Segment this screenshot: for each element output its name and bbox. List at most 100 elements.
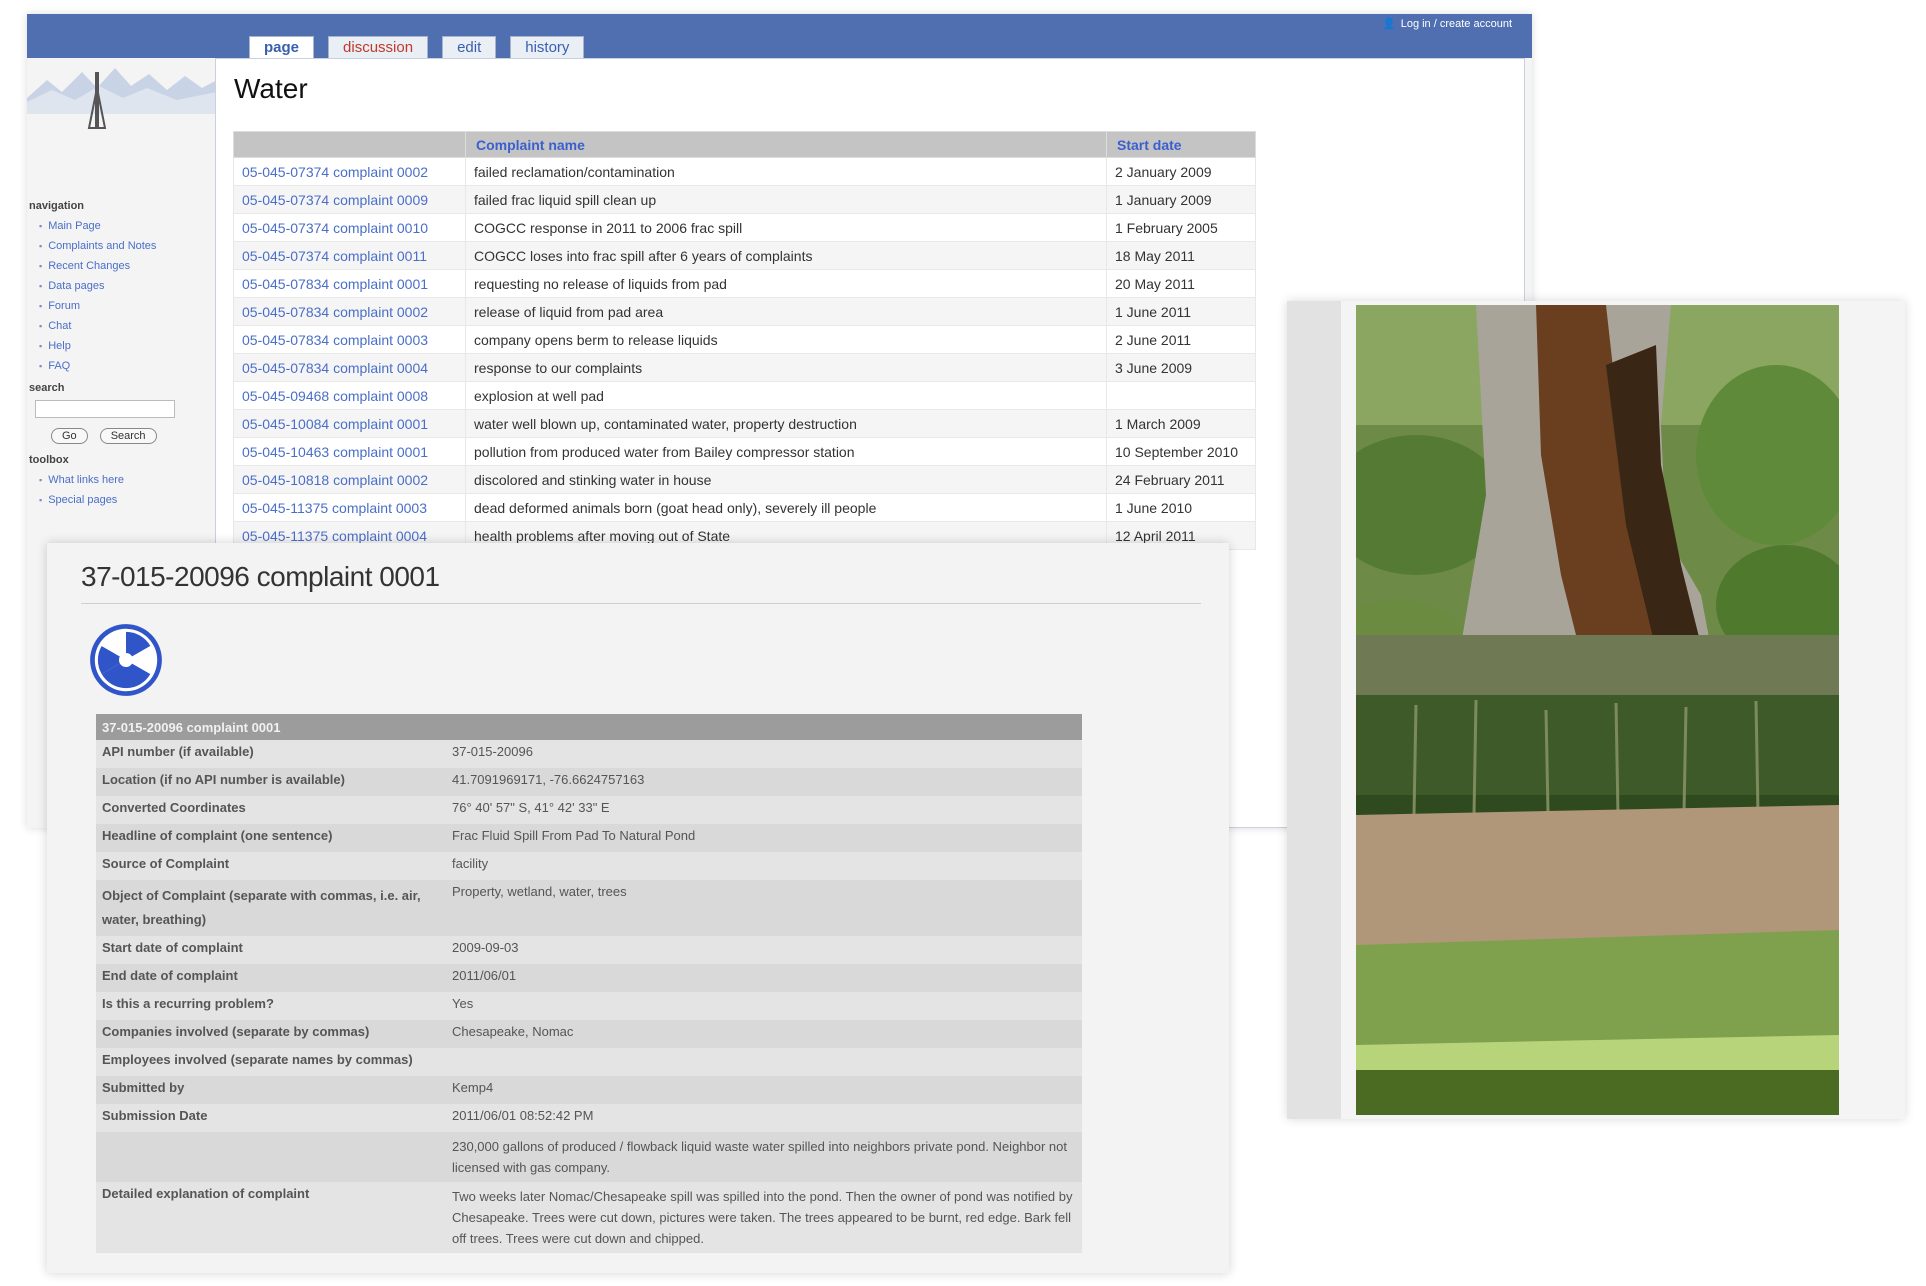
info-key: Source of Complaint bbox=[96, 852, 446, 880]
table-row: 05-045-07374 complaint 0009 failed frac l… bbox=[233, 185, 1256, 214]
info-row: End date of complaint 2011/06/01 bbox=[96, 964, 1082, 992]
info-key: Detailed explanation of complaint bbox=[96, 1182, 446, 1253]
table-header-complaint-name[interactable]: Complaint name bbox=[465, 131, 1107, 158]
info-key: Location (if no API number is available) bbox=[96, 768, 446, 796]
table-header-start-date[interactable]: Start date bbox=[1106, 131, 1256, 158]
table-row: 05-045-07834 complaint 0004 response to o… bbox=[233, 353, 1256, 382]
info-row: Submission Date 2011/06/01 08:52:42 PM bbox=[96, 1104, 1082, 1132]
spill-pond-photo bbox=[1356, 695, 1839, 1115]
source-value: facility bbox=[446, 852, 1082, 880]
user-tools[interactable]: 👤 Log in / create account bbox=[1382, 17, 1512, 31]
info-key: Submitted by bbox=[96, 1076, 446, 1104]
complaint-link[interactable]: 05-045-09468 complaint 0008 bbox=[233, 381, 466, 410]
sidebar-item-help[interactable]: Help bbox=[39, 336, 217, 356]
complaint-link[interactable]: 05-045-07374 complaint 0010 bbox=[233, 213, 466, 242]
info-row: API number (if available) 37-015-20096 bbox=[96, 740, 1082, 768]
complaint-link[interactable]: 05-045-10463 complaint 0001 bbox=[233, 437, 466, 466]
location-link[interactable]: 41.7091969171, -76.6624757163 bbox=[446, 768, 1082, 796]
table-row: 05-045-07834 complaint 0003 company opens… bbox=[233, 325, 1256, 354]
start-date: 1 March 2009 bbox=[1106, 409, 1256, 438]
complaint-link[interactable]: 05-045-07834 complaint 0004 bbox=[233, 353, 466, 382]
start-date: 10 September 2010 bbox=[1106, 437, 1256, 466]
wiki-sidebar: navigation Main Page Complaints and Note… bbox=[27, 194, 217, 510]
start-date: 1 June 2010 bbox=[1106, 493, 1256, 522]
sidebar-item-recent-changes[interactable]: Recent Changes bbox=[39, 256, 217, 276]
info-row: Location (if no API number is available)… bbox=[96, 768, 1082, 796]
table-row: 05-045-10818 complaint 0002 discolored an… bbox=[233, 465, 1256, 494]
sidebar-item-data-pages[interactable]: Data pages bbox=[39, 276, 217, 296]
complaint-name: requesting no release of liquids from pa… bbox=[465, 269, 1107, 298]
complaint-name: dead deformed animals born (goat head on… bbox=[465, 493, 1107, 522]
api-number-link[interactable]: 37-015-20096 bbox=[446, 740, 1082, 768]
sidebar-item-complaints[interactable]: Complaints and Notes bbox=[39, 236, 217, 256]
sidebar-item-faq[interactable]: FAQ bbox=[39, 356, 217, 376]
login-link[interactable]: Log in / create account bbox=[1401, 18, 1512, 30]
fallout-shelter-icon bbox=[90, 624, 162, 696]
wiki-logo[interactable] bbox=[27, 58, 217, 144]
complaint-name: explosion at well pad bbox=[465, 381, 1107, 410]
start-date-value: 2009-09-03 bbox=[446, 936, 1082, 964]
explanation-part-2: Two weeks later Nomac/Chesapeake spill w… bbox=[446, 1182, 1082, 1253]
info-row: Is this a recurring problem? Yes bbox=[96, 992, 1082, 1020]
complaint-name: failed frac liquid spill clean up bbox=[465, 185, 1107, 214]
complaints-table: Complaint name Start date 05-045-07374 c… bbox=[233, 131, 1256, 550]
info-key: Companies involved (separate by commas) bbox=[96, 1020, 446, 1048]
info-key: Is this a recurring problem? bbox=[96, 992, 446, 1020]
user-icon: 👤 bbox=[1382, 18, 1396, 30]
end-date-value: 2011/06/01 bbox=[446, 964, 1082, 992]
table-row: 05-045-07374 complaint 0011 COGCC loses i… bbox=[233, 241, 1256, 270]
table-row: 05-045-10084 complaint 0001 water well bl… bbox=[233, 409, 1256, 438]
sidebar-item-forum[interactable]: Forum bbox=[39, 296, 217, 316]
complaint-link[interactable]: 05-045-10084 complaint 0001 bbox=[233, 409, 466, 438]
complaint-info-table: 37-015-20096 complaint 0001 API number (… bbox=[96, 714, 1082, 1253]
sidebar-item-chat[interactable]: Chat bbox=[39, 316, 217, 336]
table-row: 05-045-09468 complaint 0008 explosion at … bbox=[233, 381, 1256, 410]
complaint-name: discolored and stinking water in house bbox=[465, 465, 1107, 494]
tab-history[interactable]: history bbox=[510, 36, 585, 58]
info-row: Companies involved (separate by commas) C… bbox=[96, 1020, 1082, 1048]
info-key: Object of Complaint (separate with comma… bbox=[96, 880, 446, 936]
info-key bbox=[96, 1132, 446, 1182]
sidebar-item-what-links-here[interactable]: What links here bbox=[39, 470, 217, 490]
explanation-part-1: 230,000 gallons of produced / flowback l… bbox=[446, 1132, 1082, 1182]
tab-edit[interactable]: edit bbox=[442, 36, 497, 58]
start-date bbox=[1106, 381, 1256, 410]
table-row: 05-045-07374 complaint 0002 failed reclam… bbox=[233, 157, 1256, 186]
start-date: 3 June 2009 bbox=[1106, 353, 1256, 382]
search-button[interactable]: Search bbox=[99, 428, 157, 444]
info-row: Headline of complaint (one sentence) Frac… bbox=[96, 824, 1082, 852]
complaint-link[interactable]: 05-045-07374 complaint 0009 bbox=[233, 185, 466, 214]
table-header-sort[interactable] bbox=[233, 131, 466, 158]
complaint-link[interactable]: 05-045-07834 complaint 0001 bbox=[233, 269, 466, 298]
photo-panel bbox=[1287, 301, 1905, 1119]
complaint-link[interactable]: 05-045-07374 complaint 0011 bbox=[233, 241, 466, 270]
start-date: 24 February 2011 bbox=[1106, 465, 1256, 494]
info-key: Headline of complaint (one sentence) bbox=[96, 824, 446, 852]
info-key: End date of complaint bbox=[96, 964, 446, 992]
complaint-name: pollution from produced water from Baile… bbox=[465, 437, 1107, 466]
go-button[interactable]: Go bbox=[51, 428, 88, 444]
complaint-detail-window: 37-015-20096 complaint 0001 37-015-20096… bbox=[47, 543, 1229, 1273]
sidebar-item-main-page[interactable]: Main Page bbox=[39, 216, 217, 236]
companies-link[interactable]: Chesapeake, Nomac bbox=[446, 1020, 1082, 1048]
submitted-by-value: Kemp4 bbox=[446, 1076, 1082, 1104]
complaint-link[interactable]: 05-045-10818 complaint 0002 bbox=[233, 465, 466, 494]
title-divider bbox=[81, 603, 1201, 604]
complaint-link[interactable]: 05-045-11375 complaint 0003 bbox=[233, 493, 466, 522]
object-link[interactable]: Property, wetland, water, trees bbox=[446, 880, 1082, 936]
tab-discussion[interactable]: discussion bbox=[328, 36, 429, 58]
sidebar-navigation-head: navigation bbox=[29, 200, 85, 212]
search-input[interactable] bbox=[35, 400, 175, 418]
complaint-name: COGCC loses into frac spill after 6 year… bbox=[465, 241, 1107, 270]
sidebar-toolbox-head: toolbox bbox=[29, 454, 69, 466]
table-row: 05-045-10463 complaint 0001 pollution fro… bbox=[233, 437, 1256, 466]
burnt-tree-photo bbox=[1356, 305, 1839, 695]
complaint-link[interactable]: 05-045-07834 complaint 0002 bbox=[233, 297, 466, 326]
info-key: Submission Date bbox=[96, 1104, 446, 1132]
start-date: 20 May 2011 bbox=[1106, 269, 1256, 298]
info-row: 230,000 gallons of produced / flowback l… bbox=[96, 1132, 1082, 1182]
complaint-link[interactable]: 05-045-07374 complaint 0002 bbox=[233, 157, 466, 186]
sidebar-item-special-pages[interactable]: Special pages bbox=[39, 490, 217, 510]
tab-page[interactable]: page bbox=[249, 36, 315, 58]
complaint-link[interactable]: 05-045-07834 complaint 0003 bbox=[233, 325, 466, 354]
